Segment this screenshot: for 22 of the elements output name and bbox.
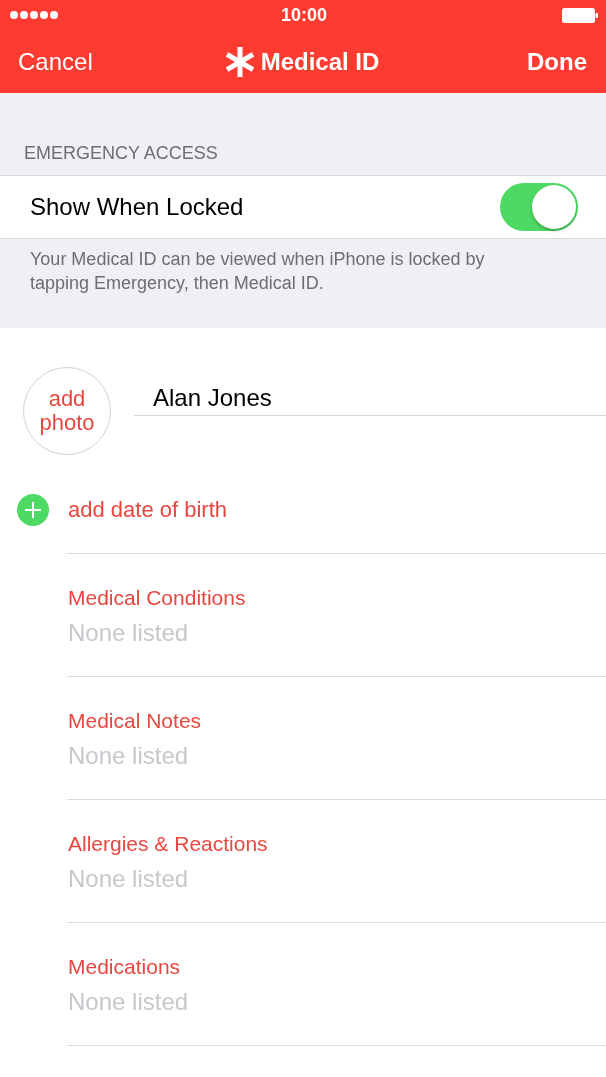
plus-icon: [17, 494, 49, 526]
field-label: Medications: [68, 954, 181, 980]
section-header: EMERGENCY ACCESS: [23, 142, 219, 165]
add-date-of-birth-button[interactable]: add date of birth: [17, 494, 227, 526]
signal-dots-icon: [10, 11, 58, 19]
field-label: Allergies & Reactions: [68, 831, 268, 857]
field-label: Medical Notes: [68, 708, 202, 734]
toggle-label: Show When Locked: [30, 192, 244, 222]
status-time: 10:00: [280, 4, 327, 26]
text-field[interactable]: None listed: [68, 985, 548, 1019]
show-when-locked-toggle[interactable]: [500, 183, 578, 231]
section-footer-text: Your Medical ID can be viewed when iPhone is locked by tapping Emergency, then Medical ID.: [29, 248, 486, 295]
done-button[interactable]: Done: [527, 46, 587, 77]
text-field[interactable]: None listed: [68, 862, 548, 896]
text-field[interactable]: None listed: [68, 616, 548, 650]
battery-icon: [562, 7, 598, 23]
asterisk-icon: [225, 46, 254, 77]
cancel-button[interactable]: Cancel: [18, 46, 93, 77]
text-field[interactable]: None listed: [68, 739, 548, 773]
field-label: Medical Conditions: [68, 585, 246, 611]
nav-title: Medical ID: [260, 46, 380, 77]
name-field[interactable]: Alan Jones: [134, 380, 606, 416]
